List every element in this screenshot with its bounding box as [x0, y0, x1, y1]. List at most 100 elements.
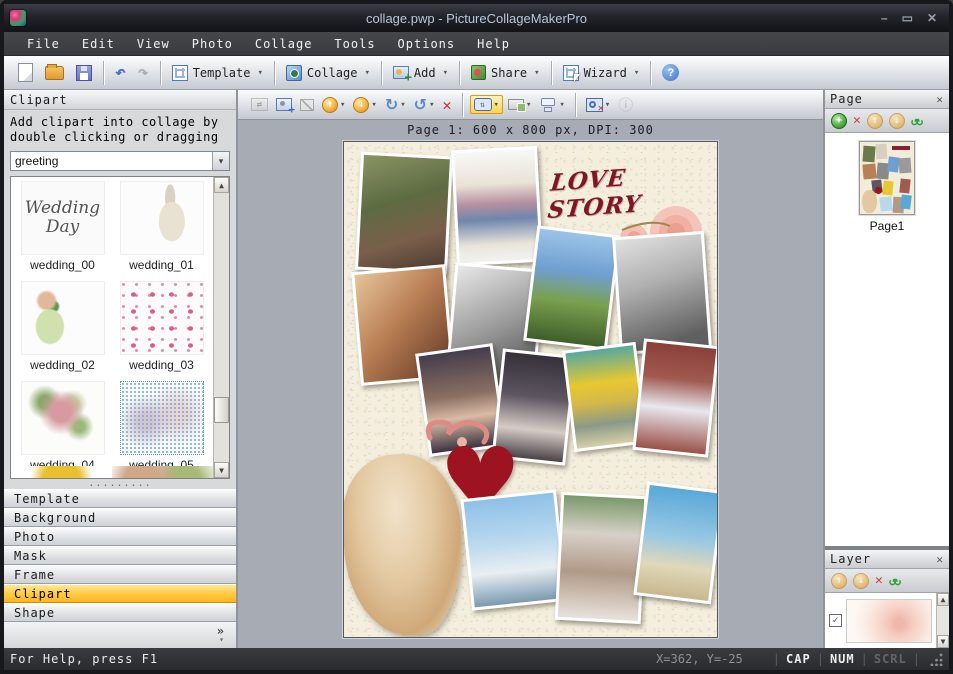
layout-button[interactable]: ▾: [505, 97, 534, 112]
menu-file[interactable]: File: [16, 35, 71, 53]
menu-collage[interactable]: Collage: [244, 35, 324, 53]
delete-layer-button[interactable]: ✕: [875, 573, 883, 588]
accordion-item-background[interactable]: Background: [4, 508, 236, 527]
toolbar-separator: [551, 61, 552, 85]
clipart-item-wedding-05-selected[interactable]: wedding_05: [112, 381, 211, 478]
align-button[interactable]: ⇅▾: [470, 95, 503, 114]
add-button[interactable]: Add ▾: [387, 63, 454, 83]
refresh-pages-icon[interactable]: ↺↻: [911, 114, 921, 128]
menu-help[interactable]: Help: [466, 35, 521, 53]
collage-photo-beach-walking-couple[interactable]: [633, 482, 718, 605]
page-thumbnail[interactable]: [859, 141, 915, 215]
clipart-item-wedding-00[interactable]: Wedding Day wedding_00: [13, 181, 112, 281]
clipart-category-value: greeting: [11, 154, 212, 168]
delete-page-button[interactable]: ✕: [853, 113, 861, 128]
clipart-item-wedding-03[interactable]: wedding_03: [112, 281, 211, 381]
collage-button[interactable]: Collage ▾: [280, 62, 376, 84]
collage-photo-shopping-couple[interactable]: [451, 146, 543, 266]
scroll-down-icon[interactable]: ▼: [937, 635, 949, 648]
chevron-down-icon: ▾: [364, 68, 369, 78]
refresh-layers-icon[interactable]: ↺↻: [889, 574, 899, 588]
accordion-item-frame[interactable]: Frame: [4, 565, 236, 584]
canvas-toolbar: ⇄ ↑▾ ↓▾ ↻▾ ↺▾ ✕ ⇅▾ ▾ ▾ ✕▾ ⓘ: [238, 90, 823, 120]
layout-icon: [508, 99, 524, 110]
clipart-item-wedding-02[interactable]: wedding_02: [13, 281, 112, 381]
undo-button[interactable]: ↶: [109, 62, 132, 84]
open-button[interactable]: [39, 63, 70, 83]
clipart-scrollbar[interactable]: ▲ ▼: [213, 177, 229, 478]
scroll-down-icon[interactable]: ▼: [214, 462, 229, 478]
template-button[interactable]: Template ▾: [166, 62, 269, 84]
page-panel-toolbar: + ✕ ↑ ↓ ↺↻: [825, 109, 949, 133]
chevron-down-icon[interactable]: ▾: [559, 100, 564, 110]
save-button[interactable]: [70, 62, 98, 84]
chevron-down-icon[interactable]: ▾: [605, 100, 610, 110]
redo-button[interactable]: ↷: [132, 62, 155, 84]
clipart-thumb-butterfly-pattern: [120, 381, 204, 455]
menu-bar: File Edit View Photo Collage Tools Optio…: [4, 32, 949, 56]
layer-thumbnail-rose: [846, 599, 932, 643]
accordion-item-mask[interactable]: Mask: [4, 546, 236, 565]
chevron-down-icon[interactable]: ▾: [400, 100, 405, 110]
layer-scrollbar[interactable]: ▲ ▼: [936, 593, 949, 648]
collage-photo-bride-veil-closeup[interactable]: [555, 492, 648, 624]
add-photo-button[interactable]: [273, 96, 295, 113]
accordion-item-shape[interactable]: Shape: [4, 603, 236, 622]
mode-accordion: Template Background Photo Mask Frame Cli…: [4, 489, 236, 622]
chevron-down-icon[interactable]: ▾: [494, 100, 499, 110]
rotate-ccw-button[interactable]: ↺▾: [411, 93, 438, 116]
chevron-down-icon[interactable]: ▾: [526, 100, 531, 110]
chevron-down-icon[interactable]: ▾: [219, 636, 224, 644]
layer-row-rose[interactable]: ✓: [825, 593, 936, 648]
crop-icon: [300, 99, 314, 111]
chevron-down-icon[interactable]: ▾: [371, 100, 376, 110]
collage-photo-kissing-couple[interactable]: [355, 152, 453, 275]
menu-options[interactable]: Options: [387, 35, 467, 53]
same-size-button[interactable]: ▾: [536, 96, 567, 114]
clipart-category-select[interactable]: greeting ▾: [10, 151, 230, 171]
collage-photo-beach-kiss[interactable]: [460, 489, 567, 610]
layer-visibility-checkbox[interactable]: ✓: [829, 614, 842, 627]
clipart-thumb-rose-branch: [21, 381, 105, 455]
new-button[interactable]: [12, 60, 39, 85]
chevron-down-icon[interactable]: ▾: [340, 100, 345, 110]
clipart-panel-title: Clipart: [4, 90, 236, 110]
menu-tools[interactable]: Tools: [323, 35, 386, 53]
panel-splitter[interactable]: .........: [4, 479, 236, 489]
clipart-item-wedding-01[interactable]: wedding_01: [112, 181, 211, 281]
clipart-thumb-wedding-day-text: Wedding Day: [21, 181, 105, 255]
collage-photo-bw-kneeling-man[interactable]: [612, 231, 712, 355]
status-bar: For Help, press F1 X=362, Y=-25 | CAP | …: [4, 648, 949, 670]
scroll-up-icon[interactable]: ▲: [937, 593, 949, 606]
chevron-down-icon: ▾: [634, 68, 639, 78]
accordion-item-photo[interactable]: Photo: [4, 527, 236, 546]
delete-object-button[interactable]: ✕: [440, 94, 455, 116]
collage-photo-bride-groom-red[interactable]: [632, 338, 718, 457]
send-backward-button[interactable]: ↓▾: [350, 95, 379, 115]
scroll-up-icon[interactable]: ▲: [214, 177, 229, 193]
preview-icon: ✕: [586, 98, 603, 112]
wizard-button[interactable]: Wizard ▾: [557, 62, 646, 84]
bring-forward-button[interactable]: ↑▾: [319, 95, 348, 115]
menu-edit[interactable]: Edit: [71, 35, 126, 53]
rotate-cw-button[interactable]: ↻▾: [382, 93, 409, 116]
chevron-down-icon[interactable]: ▾: [429, 100, 434, 110]
clipart-thumb-wedding-dress: [120, 181, 204, 255]
clipart-item-wedding-04[interactable]: wedding_04: [13, 381, 112, 478]
resize-grip[interactable]: [930, 653, 943, 666]
num-lock-indicator: NUM: [824, 652, 861, 666]
share-button[interactable]: Share ▾: [465, 62, 546, 83]
menu-photo[interactable]: Photo: [181, 35, 244, 53]
delete-icon: ✕: [443, 96, 452, 114]
close-icon[interactable]: ✕: [936, 553, 944, 566]
collage-photo-couple-greenery[interactable]: [523, 225, 621, 350]
preview-button[interactable]: ✕▾: [583, 96, 613, 114]
close-icon[interactable]: ✕: [936, 93, 944, 106]
add-page-button[interactable]: +: [831, 113, 847, 129]
accordion-item-template[interactable]: Template: [4, 489, 236, 508]
accordion-item-clipart-active[interactable]: Clipart: [4, 584, 236, 603]
menu-view[interactable]: View: [126, 35, 181, 53]
help-button[interactable]: ?: [656, 61, 685, 84]
collage-page[interactable]: LOVE STORY: [343, 141, 718, 638]
scrollbar-thumb[interactable]: [214, 397, 229, 423]
